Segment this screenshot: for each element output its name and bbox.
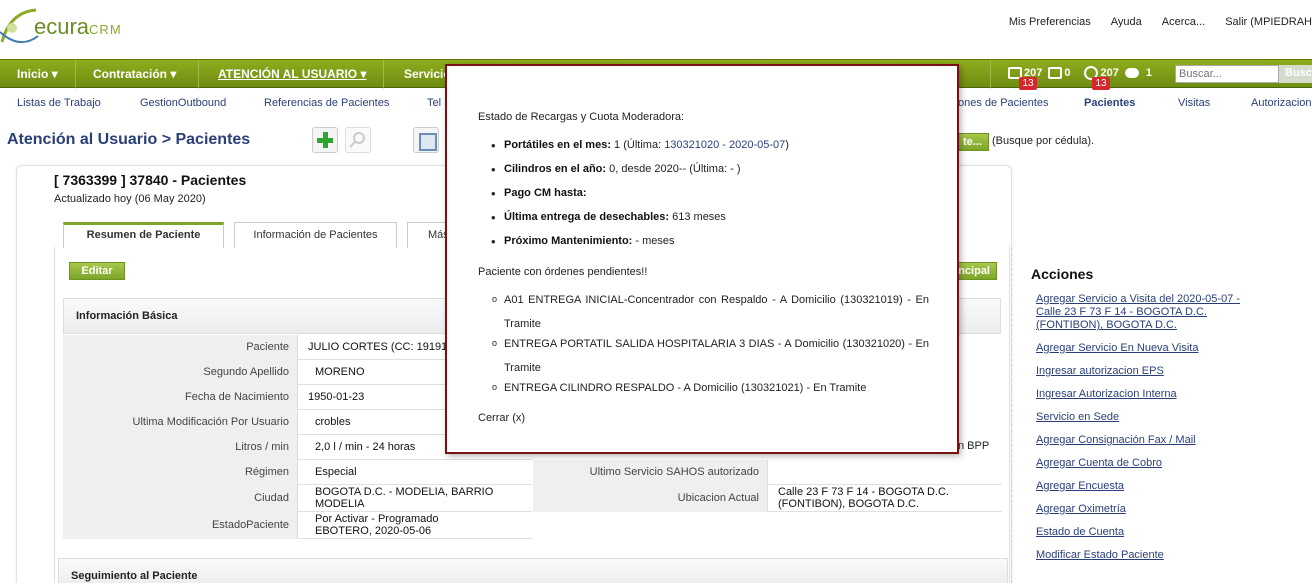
field-row: Ciudad BOGOTA D.C. - MODELIA, BARRIO MOD…	[63, 485, 532, 512]
mantenimiento-value: - meses	[632, 235, 675, 247]
link-preferences[interactable]: Mis Preferencias	[1009, 16, 1091, 28]
field-label: Régimen	[63, 460, 298, 485]
tab-resumen-paciente[interactable]: Resumen de Paciente	[63, 222, 224, 248]
modal-item-desechables: Última entrega de desechables: 613 meses	[491, 210, 726, 225]
subnav-listas-trabajo[interactable]: Listas de Trabajo	[17, 97, 101, 109]
cilindros-value: 0, desde 2020-- (Última: - )	[606, 163, 741, 175]
link-logout[interactable]: Salir (MPIEDRAH	[1225, 16, 1312, 28]
outbox-icon[interactable]	[1048, 67, 1063, 79]
field-label: EstadoPaciente	[63, 512, 298, 539]
field-label: Fecha de Nacimiento	[63, 385, 298, 410]
subnav-tel[interactable]: Tel	[427, 97, 441, 109]
tab-informacion-pacientes[interactable]: Información de Pacientes	[234, 222, 397, 248]
subnav-pacientes[interactable]: Pacientes	[1084, 97, 1135, 109]
edit-button[interactable]: Editar	[69, 262, 125, 280]
link-help[interactable]: Ayuda	[1111, 16, 1142, 28]
inbox-badge: 13	[1019, 77, 1037, 90]
pago-label: Pago CM hasta:	[504, 187, 587, 199]
search-button[interactable]: Busc	[1279, 65, 1312, 83]
portatiles-link[interactable]: 130321020 - 2020-05-07	[664, 139, 785, 151]
modal-item-cilindros: Cilindros en el año: 0, desde 2020-- (Úl…	[491, 162, 741, 177]
nav-contratacion[interactable]: Contratación ▾	[93, 67, 176, 81]
nav-servicio[interactable]: Servicio	[404, 67, 451, 81]
search-hint: (Busque por cédula).	[992, 135, 1095, 147]
subnav-gestiones-pacientes[interactable]: ones de Pacientes	[958, 97, 1049, 109]
section-seguimiento-paciente: Seguimiento al Paciente	[58, 558, 1008, 583]
desechables-value: 613 meses	[669, 211, 726, 223]
window-icon[interactable]	[413, 127, 439, 153]
magnifier-icon	[349, 132, 365, 148]
action-estado-cuenta[interactable]: Estado de Cuenta	[1036, 526, 1251, 539]
nav-inicio[interactable]: Inicio ▾	[17, 67, 58, 81]
modal-item-portatiles: Portátiles en el mes: 1 (Última: 1303210…	[491, 138, 789, 153]
field-value: BOGOTA D.C. - MODELIA, BARRIO MODELIA	[315, 486, 494, 510]
modal-item-pago: Pago CM hasta:	[491, 186, 587, 201]
action-servicio-en-sede[interactable]: Servicio en Sede	[1036, 411, 1251, 424]
patient-updated: Actualizado hoy (06 May 2020)	[54, 193, 206, 205]
cilindros-label: Cilindros en el año:	[504, 163, 607, 175]
portatiles-close-paren: )	[785, 139, 789, 151]
alert-badge: 13	[1092, 77, 1110, 90]
actions-title: Acciones	[1031, 266, 1094, 282]
logo-text: ecuraCRM	[34, 14, 122, 40]
action-agregar-servicio-nueva-visita[interactable]: Agregar Servicio En Nueva Visita	[1036, 342, 1251, 355]
top-links: Mis Preferencias Ayuda Acerca... Salir (…	[989, 16, 1312, 28]
action-agregar-encuesta[interactable]: Agregar Encuesta	[1036, 480, 1251, 493]
search-input[interactable]	[1175, 65, 1279, 83]
field-row: Régimen Especial	[63, 460, 532, 485]
field-value: Calle 23 F 73 F 14 - BOGOTA D.C. (FONTIB…	[778, 486, 949, 510]
add-patient-button[interactable]	[312, 127, 338, 153]
chat-icon[interactable]	[1124, 68, 1139, 78]
patient-heading: [ 7363399 ] 37840 - Pacientes	[54, 172, 247, 188]
subnav-referencias-pacientes[interactable]: Referencias de Pacientes	[264, 97, 389, 109]
recargas-modal: Estado de Recargas y Cuota Moderadora: P…	[445, 64, 959, 454]
field-value: Por Activar - Programado EBOTERO, 2020-0…	[315, 513, 439, 537]
subnav-visitas[interactable]: Visitas	[1178, 97, 1210, 109]
nav-atencion-usuario[interactable]: ATENCIÓN AL USUARIO ▾	[218, 67, 366, 81]
modal-item-mantenimiento: Próximo Mantenimiento: - meses	[491, 234, 675, 249]
subnav-autorizaciones[interactable]: Autorizacion	[1251, 97, 1312, 109]
field-row: EstadoPaciente Por Activar - Programado …	[63, 512, 532, 539]
action-ingresar-autorizacion-eps[interactable]: Ingresar autorizacion EPS	[1036, 365, 1251, 378]
chat-count: 1	[1145, 67, 1152, 79]
link-about[interactable]: Acerca...	[1162, 16, 1205, 28]
modal-title: Estado de Recargas y Cuota Moderadora:	[478, 111, 685, 123]
order-item: ENTREGA CILINDRO RESPALDO - A Domicilio …	[491, 375, 929, 400]
page-title: Atención al Usuario > Pacientes	[7, 131, 251, 148]
action-agregar-servicio-visita[interactable]: Agregar Servicio a Visita del 2020-05-07…	[1036, 293, 1251, 332]
action-agregar-cuenta-cobro[interactable]: Agregar Cuenta de Cobro	[1036, 457, 1251, 470]
field-label: Segundo Apellido	[63, 360, 298, 385]
field-label: Ultimo Servicio SAHOS autorizado	[533, 460, 768, 485]
portatiles-label: Portátiles en el mes:	[504, 139, 611, 151]
portatiles-value: 1 (Última:	[611, 139, 665, 151]
action-agregar-consignacion[interactable]: Agregar Consignación Fax / Mail	[1036, 434, 1251, 447]
field-label: Ciudad	[63, 485, 298, 512]
field-label: Ubicacion Actual	[533, 485, 768, 512]
field-label: Paciente	[63, 335, 298, 360]
field-value	[778, 460, 1003, 466]
order-item: ENTREGA PORTATIL SALIDA HOSPITALARIA 3 D…	[491, 331, 929, 380]
desechables-label: Última entrega de desechables:	[504, 211, 670, 223]
find-patient-button[interactable]: te...	[956, 133, 989, 151]
field-value: Especial	[315, 466, 357, 478]
mantenimiento-label: Próximo Mantenimiento:	[504, 235, 633, 247]
subnav-gestion-outbound[interactable]: GestionOutbound	[140, 97, 226, 109]
modal-close-link[interactable]: Cerrar (x)	[478, 412, 525, 424]
action-agregar-oximetria[interactable]: Agregar Oximetría	[1036, 503, 1251, 516]
action-ingresar-autorizacion-interna[interactable]: Ingresar Autorizacion Interna	[1036, 388, 1251, 401]
order-item: A01 ENTREGA INICIAL-Concentrador con Res…	[491, 287, 929, 336]
modal-pending-title: Paciente con órdenes pendientes!!	[478, 266, 648, 278]
field-row: Ubicacion Actual Calle 23 F 73 F 14 - BO…	[533, 485, 1002, 512]
outbox-count: 0	[1064, 67, 1071, 79]
field-label: Ultima Modificación Por Usuario	[63, 410, 298, 435]
actions-divider	[1011, 248, 1012, 583]
field-value-partial: n BPP	[958, 440, 990, 452]
logo-crm-text: CRM	[89, 22, 122, 37]
logo-main-text: ecura	[34, 14, 90, 39]
search-patient-button[interactable]	[345, 127, 371, 153]
field-row: Ultimo Servicio SAHOS autorizado	[533, 460, 1002, 485]
action-modificar-estado-paciente[interactable]: Modificar Estado Paciente	[1036, 549, 1251, 562]
field-label: Litros / min	[63, 435, 298, 460]
